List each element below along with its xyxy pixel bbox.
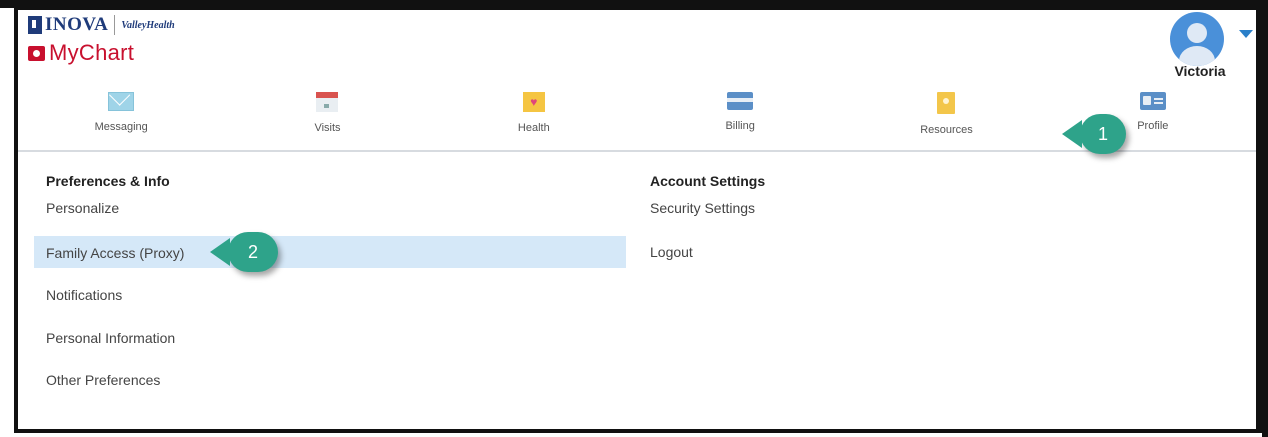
- preferences-info-heading: Preferences & Info: [46, 173, 170, 189]
- inova-wordmark: INOVA: [45, 14, 109, 35]
- id-card-icon: [1139, 92, 1166, 110]
- personalize-link[interactable]: Personalize: [46, 200, 119, 216]
- mychart-logo[interactable]: INOVA ValleyHealth MyChart: [28, 14, 228, 74]
- calendar-icon: [316, 92, 339, 112]
- user-menu-chevron-down-icon[interactable]: [1239, 30, 1253, 38]
- step-2-number: 2: [247, 241, 258, 262]
- valley-health-wordmark: ValleyHealth: [121, 19, 175, 31]
- step-1-callout: 1: [1062, 114, 1126, 154]
- heart-icon: ♥: [522, 92, 545, 112]
- nav-visits[interactable]: Visits: [224, 86, 430, 150]
- nav-billing[interactable]: Billing: [637, 86, 843, 150]
- nav-messaging[interactable]: Messaging: [18, 86, 224, 150]
- avatar-head: [1187, 23, 1207, 43]
- nav-profile-label: Profile: [1137, 120, 1169, 132]
- security-settings-link[interactable]: Security Settings: [650, 200, 755, 216]
- step-2-callout: 2: [210, 232, 278, 272]
- other-preferences-link[interactable]: Other Preferences: [46, 372, 160, 388]
- nav-visits-label: Visits: [314, 122, 341, 134]
- nav-resources[interactable]: Resources: [843, 86, 1049, 150]
- family-access-link[interactable]: Family Access (Proxy): [46, 245, 184, 261]
- inova-logo-icon: [28, 16, 42, 34]
- user-name[interactable]: Victoria: [1160, 63, 1240, 79]
- notifications-link[interactable]: Notifications: [46, 287, 122, 303]
- screenshot-border-right: [1262, 0, 1268, 437]
- envelope-icon: [108, 92, 135, 111]
- step-1-number: 1: [1097, 123, 1108, 144]
- mychart-icon: [28, 45, 45, 61]
- nav-messaging-label: Messaging: [94, 121, 148, 133]
- nav-health[interactable]: ♥ Health: [431, 86, 637, 150]
- nav-health-label: Health: [517, 122, 550, 134]
- personal-information-link[interactable]: Personal Information: [46, 330, 175, 346]
- mychart-wordmark: MyChart: [49, 40, 135, 65]
- logout-link[interactable]: Logout: [650, 244, 693, 260]
- logo-divider: [114, 15, 116, 35]
- user-avatar[interactable]: [1170, 12, 1224, 66]
- credit-card-icon: [727, 92, 754, 110]
- book-icon: [937, 92, 956, 114]
- nav-divider: [18, 150, 1256, 152]
- account-settings-heading: Account Settings: [650, 173, 766, 189]
- nav-resources-label: Resources: [920, 124, 973, 136]
- nav-billing-label: Billing: [725, 120, 755, 132]
